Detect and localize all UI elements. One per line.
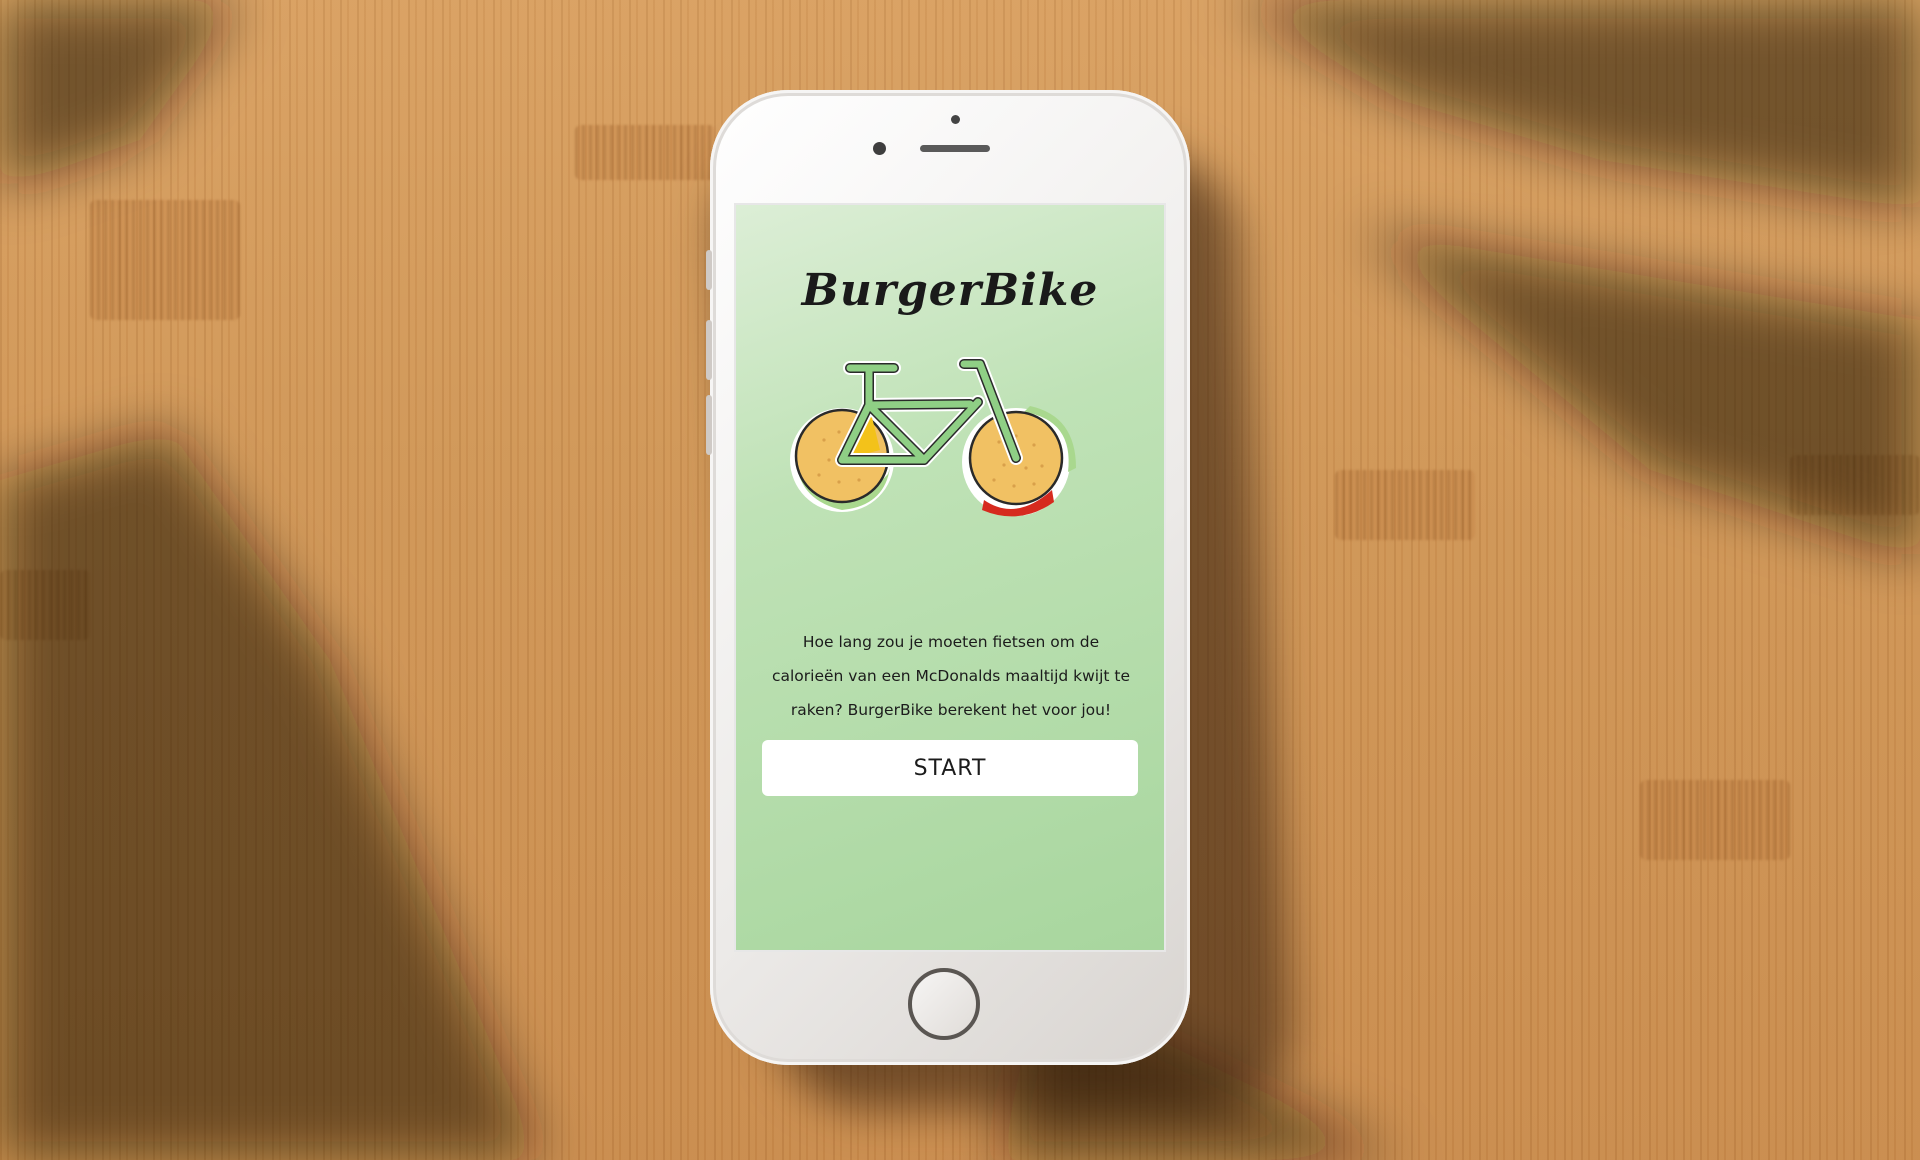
start-button[interactable]: START	[762, 740, 1138, 796]
app-screen: BurgerBike Hoe lang zou je moeten fietse…	[736, 205, 1164, 950]
volume-up-button	[706, 320, 712, 380]
home-button-icon[interactable]	[908, 968, 980, 1040]
proximity-sensor	[951, 115, 960, 124]
wood-grain-mark	[0, 570, 90, 640]
mute-switch	[706, 250, 712, 290]
volume-down-button	[706, 395, 712, 455]
intro-text: Hoe lang zou je moeten fietsen om de cal…	[771, 633, 1131, 719]
earpiece-speaker	[920, 145, 990, 152]
wood-grain-mark	[575, 125, 715, 180]
wood-grain-mark	[1790, 455, 1920, 515]
wood-grain-mark	[90, 200, 240, 320]
wood-grain-mark	[1640, 780, 1790, 860]
front-camera	[873, 142, 886, 155]
app-title: BurgerBike	[801, 265, 1099, 316]
wood-grain-mark	[1335, 470, 1475, 540]
phone-device: BurgerBike Hoe lang zou je moeten fietse…	[706, 90, 1190, 1065]
burger-bike-logo-icon	[790, 357, 1076, 517]
